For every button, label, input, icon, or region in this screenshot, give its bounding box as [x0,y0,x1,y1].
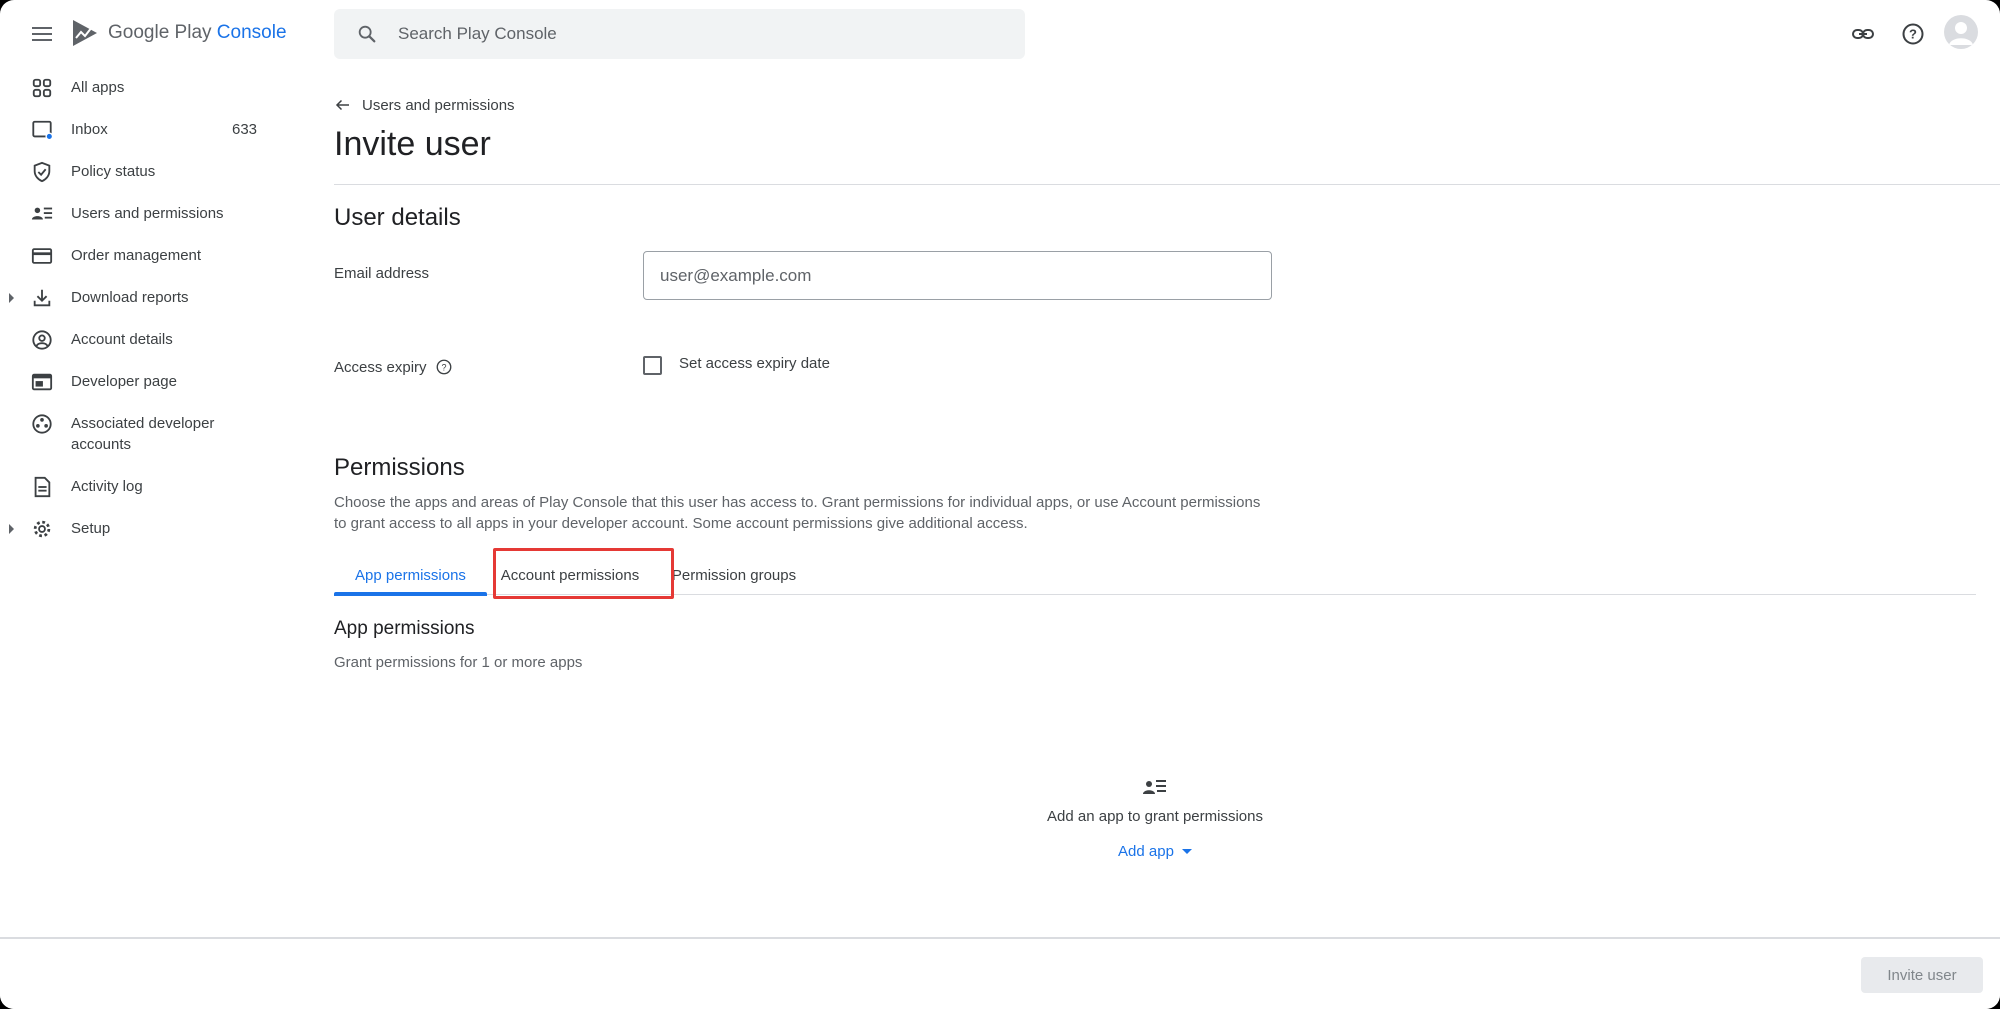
sidebar-nav: All apps Inbox 633 Policy status Users a… [0,66,300,549]
footer-bar: Invite user [0,937,2000,1009]
search-bar[interactable] [334,9,1025,59]
add-app-button[interactable]: Add app [1118,843,1192,860]
sidebar-item-label: Account details [71,331,173,348]
sidebar-item-policy-status[interactable]: Policy status [0,150,300,192]
sidebar-item-label: Activity log [71,478,143,495]
sidebar-item-developer-page[interactable]: Developer page [0,360,300,402]
sidebar-item-activity-log[interactable]: Activity log [0,465,300,507]
users-list-icon [30,202,54,226]
breadcrumb-label: Users and permissions [362,96,515,114]
sidebar-item-label: Setup [71,520,111,537]
sidebar-item-label: Users and permissions [71,205,224,222]
document-icon [30,475,54,499]
expiry-checkbox-label[interactable]: Set access expiry date [679,355,830,372]
sidebar-item-label: Developer page [71,373,177,390]
access-expiry-label: Access expiry ? [334,358,453,376]
permissions-heading: Permissions [334,454,465,481]
web-page-icon [30,370,54,394]
user-details-heading: User details [334,204,461,231]
credit-card-icon [30,244,54,268]
tab-account-permissions[interactable]: Account permissions [494,555,646,595]
tab-app-permissions[interactable]: App permissions [334,555,487,596]
sidebar-item-label: Inbox [71,121,108,138]
grid-icon [30,76,54,100]
sidebar-item-download-reports[interactable]: Download reports [0,276,300,318]
download-icon [30,286,54,310]
play-console-logo[interactable]: Google Play Console [70,16,287,50]
user-avatar-icon [1949,22,1973,45]
caret-down-icon [1181,849,1192,854]
tab-permission-groups[interactable]: Permission groups [660,555,808,595]
arrow-back-icon [335,99,349,111]
account-circle-icon [30,328,54,352]
empty-state-text: Add an app to grant permissions [1047,808,1263,825]
sidebar-item-label: Download reports [71,289,189,306]
app-permissions-subtitle: Grant permissions for 1 or more apps [334,654,583,671]
email-label: Email address [334,265,430,282]
expiry-checkbox[interactable] [643,356,662,375]
sidebar-item-order-management[interactable]: Order management [0,234,300,276]
avatar[interactable] [1944,15,1978,49]
sidebar-item-inbox[interactable]: Inbox 633 [0,108,300,150]
divider [334,184,2000,185]
email-field[interactable] [643,251,1272,300]
page-title: Invite user [334,125,491,163]
app-permissions-heading: App permissions [334,618,475,639]
permissions-description: Choose the apps and areas of Play Consol… [334,494,1261,532]
shield-check-icon [30,160,54,184]
invite-user-button[interactable]: Invite user [1861,957,1983,993]
add-user-list-icon [1142,776,1168,798]
sidebar-item-setup[interactable]: Setup [0,507,300,549]
link-icon[interactable] [1849,20,1877,48]
search-icon [358,25,376,43]
sidebar-item-label: Policy status [71,163,156,180]
menu-icon[interactable] [28,20,56,48]
sidebar-item-label: All apps [71,79,125,96]
svg-text:?: ? [1909,27,1917,42]
gear-icon [30,517,54,541]
brand-name: Google Play Console [108,22,287,43]
access-expiry-text: Access expiry [334,358,427,376]
expand-arrow-icon[interactable] [9,293,14,303]
inbox-count-badge: 633 [232,121,258,138]
help-tooltip-icon[interactable]: ? [435,358,453,376]
sidebar-item-associated-developer-accounts[interactable]: Associated developer accounts [0,402,300,465]
empty-state: Add an app to grant permissions Add app [1000,776,1310,861]
permissions-tabs: App permissions Account permissions Perm… [334,555,1976,596]
expand-arrow-icon[interactable] [9,524,14,534]
sidebar-item-account-details[interactable]: Account details [0,318,300,360]
search-input[interactable] [398,24,958,44]
inbox-icon [30,118,54,142]
sidebar-item-label: Associated developer accounts [71,415,215,453]
help-icon[interactable]: ? [1899,20,1927,48]
sidebar-item-all-apps[interactable]: All apps [0,66,300,108]
sidebar-item-label: Order management [71,247,202,264]
sidebar-item-users-and-permissions[interactable]: Users and permissions [0,192,300,234]
breadcrumb[interactable]: Users and permissions [334,96,515,114]
app-window: Google Play Console ? A [0,0,2000,1009]
play-logo-icon [73,20,97,46]
add-app-label: Add app [1118,843,1174,860]
svg-text:?: ? [441,362,446,372]
linked-accounts-icon [30,412,54,436]
